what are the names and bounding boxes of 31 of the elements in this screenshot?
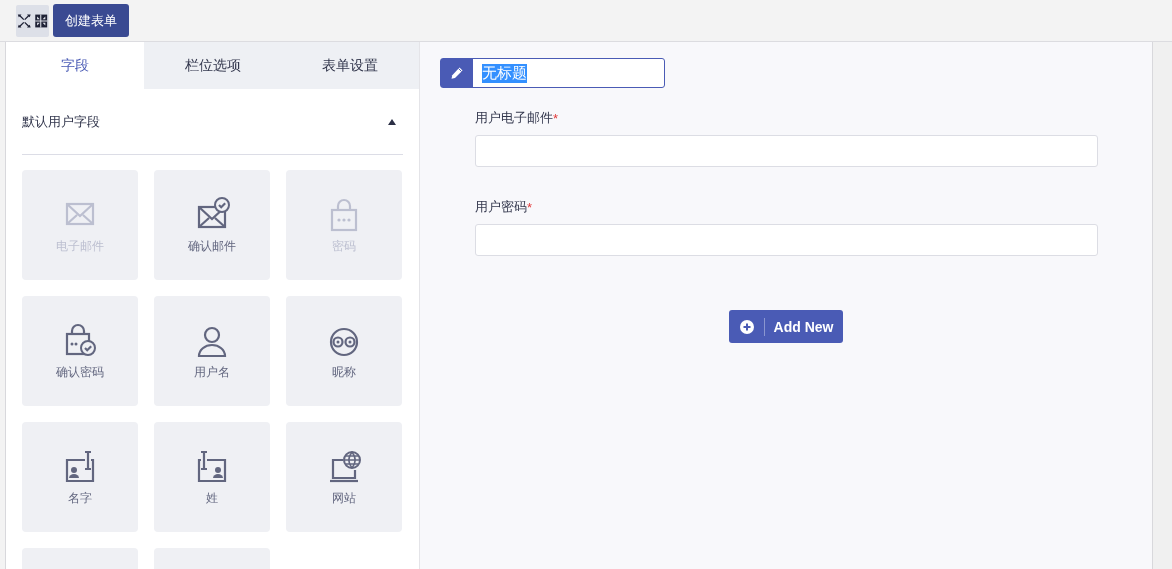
field-tile[interactable]: 用户名 (154, 296, 270, 406)
field-tile[interactable]: 姓 (154, 422, 270, 532)
field-tile[interactable]: 网站 (286, 422, 402, 532)
field-label: 昵称 (332, 363, 356, 381)
add-new-button[interactable]: Add New (728, 310, 844, 343)
section-title: 默认用户字段 (22, 112, 100, 131)
input-field[interactable] (475, 224, 1098, 256)
field-tile[interactable]: 确认密码 (22, 296, 138, 406)
field-label: 确认邮件 (188, 237, 236, 255)
field-label: 用户电子邮件 (475, 109, 553, 127)
plus-icon (738, 318, 755, 335)
caret-icon[interactable] (387, 117, 397, 126)
form-title-text: 无标题 (482, 63, 527, 83)
create-form-button[interactable]: 创建表单 (53, 4, 129, 37)
field-tile[interactable]: 昵称 (286, 296, 402, 406)
field-tile[interactable]: 确认邮件 (154, 170, 270, 280)
expand-icon[interactable] (16, 4, 49, 37)
form-title-field[interactable]: 无标题 (440, 58, 665, 88)
pencil-icon (441, 59, 473, 87)
field-label: 网站 (332, 489, 356, 507)
field-label: 用户名 (194, 363, 230, 381)
input-field[interactable] (475, 135, 1098, 167)
section-header[interactable]: 默认用户字段 (22, 89, 403, 155)
required-mark: * (553, 110, 559, 126)
field-label: 名字 (68, 489, 92, 507)
field-tile[interactable]: 名字 (22, 422, 138, 532)
field-label: 确认密码 (56, 363, 104, 381)
required-mark: * (527, 199, 533, 215)
tab[interactable]: 字段 (6, 42, 144, 89)
field-label: 姓 (206, 489, 218, 507)
field-label: 用户密码 (475, 198, 527, 216)
